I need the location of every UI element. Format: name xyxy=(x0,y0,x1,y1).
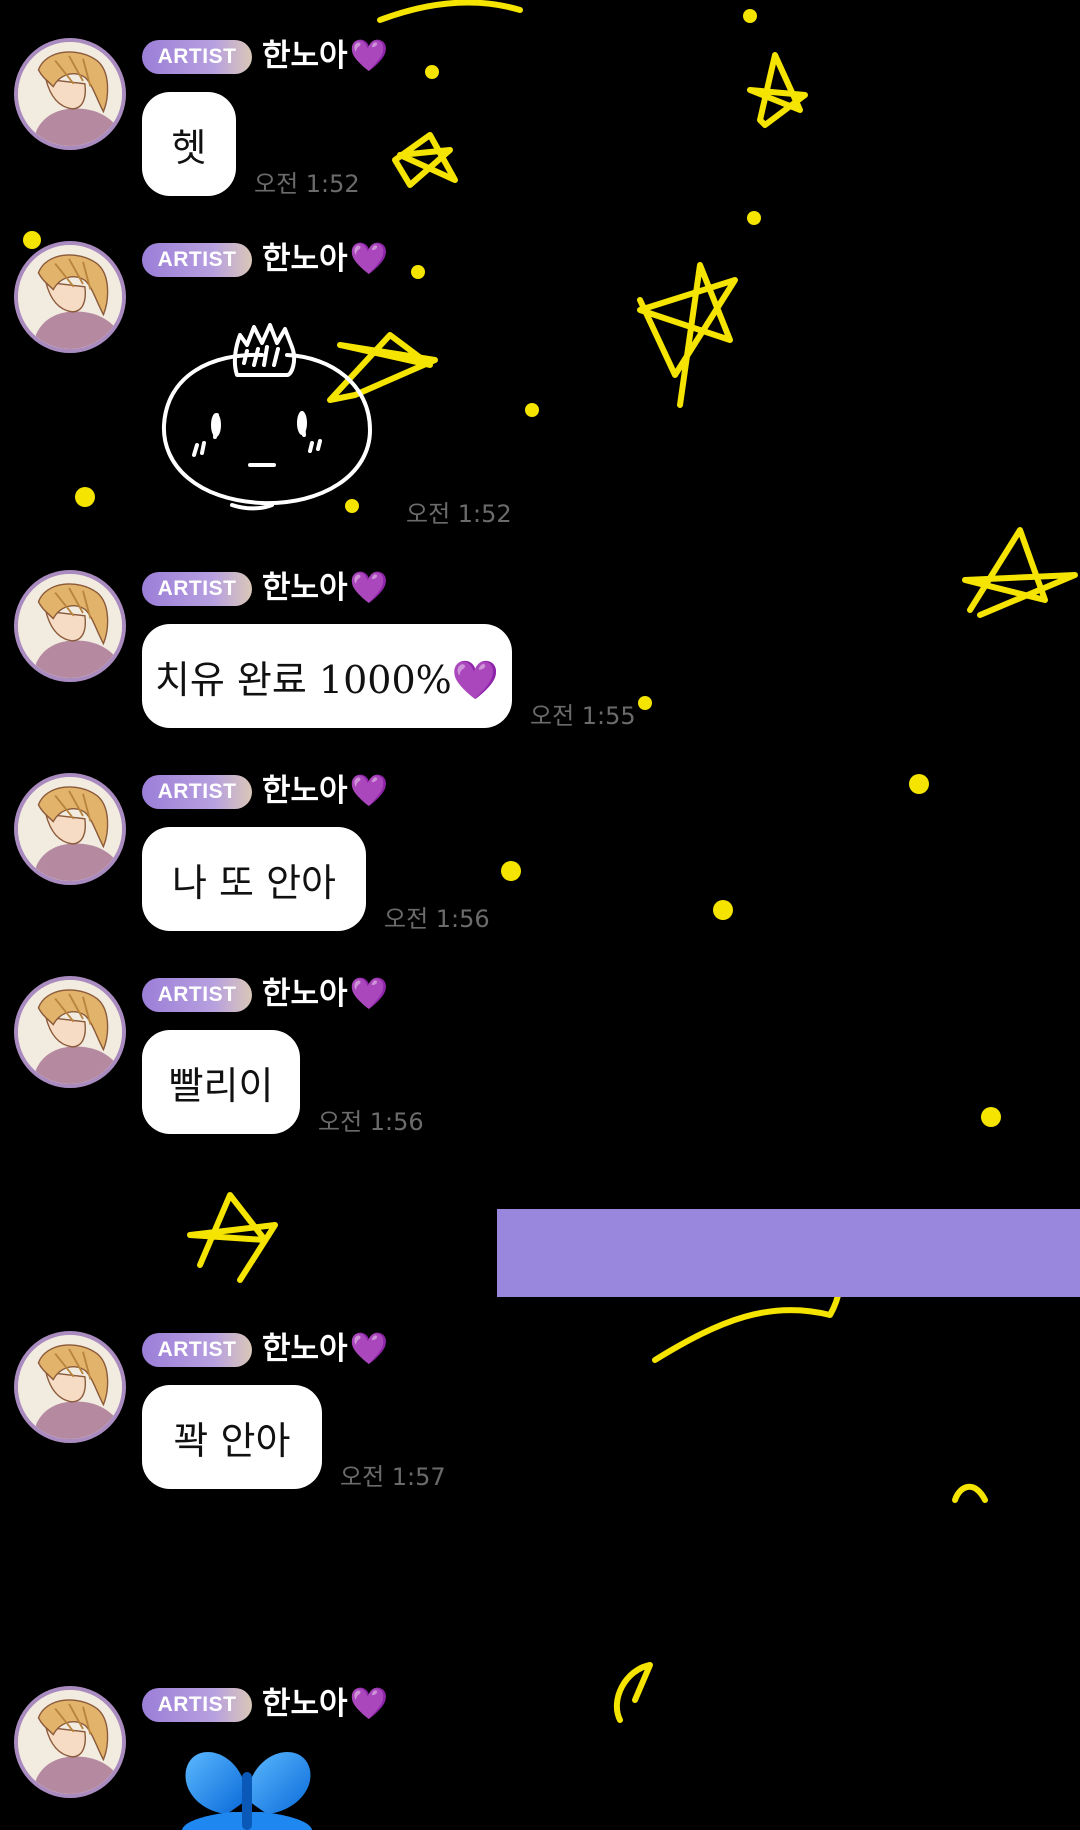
sender-name-text: 한노아 xyxy=(262,38,348,74)
dot-doodle xyxy=(638,696,652,710)
star-doodle xyxy=(952,1483,988,1503)
purple-heart-icon: 💜 xyxy=(349,1331,389,1367)
message-bubble[interactable]: 치유 완료 1000%💜 xyxy=(142,624,512,728)
sender-name: 한노아 💜 xyxy=(262,771,388,811)
sender-name: 한노아 💜 xyxy=(262,974,388,1014)
artist-badge: ARTIST xyxy=(142,1333,252,1367)
dot-doodle xyxy=(981,1107,1001,1127)
dot-doodle xyxy=(501,861,521,881)
purple-heart-icon: 💜 xyxy=(349,976,389,1012)
artist-badge: ARTIST xyxy=(142,775,252,809)
message-time: 오전 1:52 xyxy=(406,500,512,528)
dot-doodle xyxy=(713,900,733,920)
blue-butterfly-sticker[interactable] xyxy=(172,1742,322,1830)
avatar[interactable] xyxy=(14,38,126,150)
star-doodle xyxy=(637,262,738,408)
avatar[interactable] xyxy=(14,1686,126,1798)
sender-name: 한노아 💜 xyxy=(262,1684,388,1724)
sender-name-text: 한노아 xyxy=(262,570,348,606)
message-bubble[interactable]: 꽉 안아 xyxy=(142,1385,322,1489)
avatar[interactable] xyxy=(14,976,126,1088)
avatar[interactable] xyxy=(14,570,126,682)
sender-name-text: 한노아 xyxy=(262,1686,348,1722)
message-time: 오전 1:57 xyxy=(340,1463,446,1491)
star-doodle xyxy=(747,52,808,128)
dot-doodle xyxy=(525,403,539,417)
artist-badge: ARTIST xyxy=(142,40,252,74)
message-time: 오전 1:52 xyxy=(254,170,360,198)
star-doodle xyxy=(187,1192,278,1283)
purple-heart-icon: 💜 xyxy=(349,570,389,606)
star-doodle xyxy=(377,0,523,23)
redaction-bar xyxy=(497,1209,1080,1297)
artist-badge: ARTIST xyxy=(142,978,252,1012)
purple-heart-icon: 💜 xyxy=(349,241,389,277)
message-time: 오전 1:56 xyxy=(318,1108,424,1136)
artist-badge: ARTIST xyxy=(142,572,252,606)
sender-name-text: 한노아 xyxy=(262,241,348,277)
dot-doodle xyxy=(411,265,425,279)
star-doodle xyxy=(392,132,458,188)
artist-badge: ARTIST xyxy=(142,243,252,277)
dot-doodle xyxy=(425,65,439,79)
message-time: 오전 1:55 xyxy=(530,702,636,730)
dot-doodle xyxy=(23,231,41,249)
message-bubble[interactable]: 나 또 안아 xyxy=(142,827,366,931)
sender-name: 한노아 💜 xyxy=(262,1329,388,1369)
purple-heart-icon: 💜 xyxy=(349,773,389,809)
message-bubble[interactable]: 헷 xyxy=(142,92,236,196)
sender-name-text: 한노아 xyxy=(262,1331,348,1367)
sender-name: 한노아 💜 xyxy=(262,36,388,76)
avatar[interactable] xyxy=(14,241,126,353)
artist-badge: ARTIST xyxy=(142,1688,252,1722)
dot-doodle xyxy=(909,774,929,794)
dumpling-sticker[interactable] xyxy=(152,315,382,515)
message-time: 오전 1:56 xyxy=(384,905,490,933)
star-doodle xyxy=(962,527,1078,618)
sender-name: 한노아 💜 xyxy=(262,568,388,608)
purple-heart-icon: 💜 xyxy=(349,38,389,74)
dot-doodle xyxy=(75,487,95,507)
sender-name-text: 한노아 xyxy=(262,773,348,809)
star-doodle xyxy=(613,1662,653,1723)
sender-name: 한노아 💜 xyxy=(262,239,388,279)
dot-doodle xyxy=(743,9,757,23)
purple-heart-icon: 💜 xyxy=(349,1686,389,1722)
dot-doodle xyxy=(747,211,761,225)
avatar[interactable] xyxy=(14,1331,126,1443)
sender-name-text: 한노아 xyxy=(262,976,348,1012)
avatar[interactable] xyxy=(14,773,126,885)
message-bubble[interactable]: 빨리이 xyxy=(142,1030,300,1134)
